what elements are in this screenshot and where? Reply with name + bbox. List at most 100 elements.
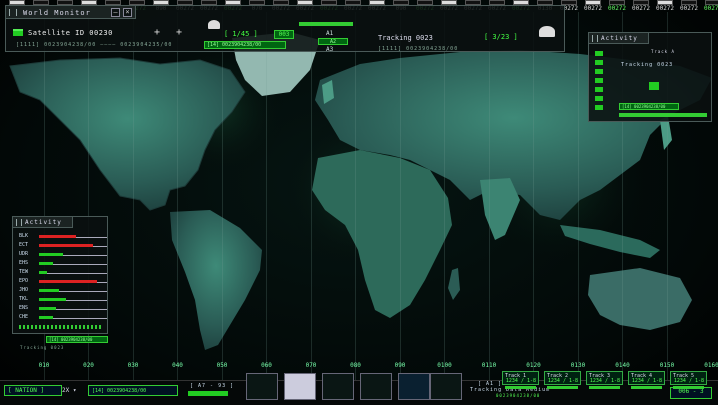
bottom-code: [14] 0023904238/00 <box>88 385 178 396</box>
window-title: World Monitor <box>23 9 91 17</box>
track-panel[interactable]: Track 3 1234 / 1-8 <box>586 371 623 389</box>
madagascar <box>448 268 460 300</box>
top-tick-label: 00272 <box>655 5 675 12</box>
track-panel-bar <box>589 386 620 389</box>
satellite-id: Satellite ID 00230 <box>13 29 113 37</box>
activity-row-key: TKL <box>19 296 29 302</box>
activity-row-key: UDR <box>19 251 29 257</box>
track-panel-value: 1234 / 1-8 <box>631 378 662 384</box>
track-panel[interactable]: Track 4 1234 / 1-8 <box>628 371 665 389</box>
world-monitor-panel[interactable]: World Monitor – × Satellite ID 00230 [11… <box>5 5 565 53</box>
counter-a-box: 003 <box>274 30 294 39</box>
bottom-ruler-label: 0120 <box>526 362 541 369</box>
activity-row-track <box>39 273 107 274</box>
thumbnail-6[interactable] <box>430 373 462 400</box>
activity-row-key: TEW <box>19 269 29 275</box>
tracking-label: Tracking 0023 <box>378 34 433 42</box>
activity-row-key: ECT <box>19 242 29 248</box>
thumbnail-2[interactable] <box>284 373 316 400</box>
activity-row[interactable]: CHE <box>19 313 107 322</box>
activity-row-level <box>39 307 56 310</box>
track-panel[interactable]: Track 5 1234 / 1-8 <box>670 371 707 389</box>
a3-label: A3 <box>326 46 334 53</box>
folder-icon <box>13 29 23 36</box>
satellite-label: Satellite ID 00230 <box>28 29 113 37</box>
activity-title: Activity <box>25 219 62 226</box>
thumbnail-3[interactable] <box>322 373 354 400</box>
bottom-ruler-label: 050 <box>216 362 228 369</box>
activity-row-key: BLK <box>19 233 29 239</box>
activity-row-level <box>39 298 67 301</box>
thumbnail-1[interactable] <box>246 373 278 400</box>
signal-bar <box>299 22 353 26</box>
activity-row-key: CHE <box>19 314 29 320</box>
activity-checks <box>595 51 603 111</box>
activity-row[interactable]: TKL <box>19 295 107 304</box>
activity-row[interactable]: UDR <box>19 250 107 259</box>
tracking-sub: [1111] 0023904238/00 <box>378 46 459 52</box>
track-panel-value: 1234 / 1-8 <box>505 378 536 384</box>
track-panel-bar <box>631 386 662 389</box>
add-icon[interactable]: + <box>154 28 160 38</box>
track-panel-bar <box>547 386 578 389</box>
thumbnail-5[interactable] <box>398 373 430 400</box>
top-tick-label: 00272 <box>583 5 603 12</box>
top-tick: 00272 <box>654 0 676 14</box>
activity-row[interactable]: EPO <box>19 277 107 286</box>
activity-row[interactable]: BLK <box>19 232 107 241</box>
bottom-ruler-label: 070 <box>305 362 317 369</box>
activity-row-level <box>39 289 60 292</box>
activity-header[interactable]: Activity <box>589 33 649 44</box>
top-tick-label: 00272 <box>631 5 651 12</box>
track-panel[interactable]: Track 1 1234 / 1-8 <box>502 371 539 389</box>
activity-row[interactable]: JHO <box>19 286 107 295</box>
bottom-ruler-label: 020 <box>83 362 94 369</box>
bottom-ruler-label: 060 <box>261 362 272 369</box>
north-america <box>9 57 246 211</box>
track-panel[interactable]: Track 2 1234 / 1-8 <box>544 371 581 389</box>
track-panel-bar <box>673 386 704 389</box>
grip-icon[interactable] <box>9 9 17 16</box>
top-tick: 00272 <box>606 0 628 14</box>
nation-dropdown[interactable]: [ NATION ] <box>4 385 62 396</box>
activity-row-level <box>39 253 63 256</box>
satellite-dish-icon <box>208 20 220 29</box>
grip-icon[interactable] <box>16 219 22 226</box>
bottom-ruler-label: 0130 <box>570 362 586 369</box>
bottom-ruler-label: 0160 <box>704 362 718 369</box>
close-button[interactable]: × <box>123 8 132 17</box>
green-code: [14] 0023904238/00 <box>204 41 286 49</box>
bottom-ruler-label: 0110 <box>481 362 497 369</box>
activity-code: [14] 0023904238/00 <box>46 336 108 343</box>
thumbnail-4[interactable] <box>360 373 392 400</box>
nation-dropdown-selected[interactable]: 2X ▾ <box>62 387 76 394</box>
satellite-dish-icon <box>539 26 555 37</box>
activity-row[interactable]: ECT <box>19 241 107 250</box>
bottom-ruler-label: 0100 <box>437 362 452 369</box>
activity-indicator <box>649 82 659 90</box>
page-label: [ A7 - 93 ] <box>190 383 235 389</box>
a2-label: A2 <box>318 38 348 45</box>
bottom-ruler-label: 010 <box>38 362 50 369</box>
minimize-button[interactable]: – <box>111 8 120 17</box>
activity-row-key: ENS <box>19 305 29 311</box>
sat-subtext: [1111] 0023904238/00 ———— 0023904235/00 <box>16 42 173 48</box>
add-icon[interactable]: + <box>176 28 182 38</box>
page-bar <box>188 391 228 396</box>
activity-row[interactable]: EHS <box>19 259 107 268</box>
activity-panel-left[interactable]: Activity BLK ECT UDR EHS TEW EPO JHO TKL ENS CHE <box>12 216 108 334</box>
activity-header[interactable]: Activity <box>13 217 73 228</box>
top-tick-label: 00272 <box>679 5 699 12</box>
top-tick-label: 00272 <box>703 5 718 12</box>
activity-row[interactable]: TEW <box>19 268 107 277</box>
activity-row[interactable]: ENS <box>19 304 107 313</box>
window-titlebar[interactable]: World Monitor – × <box>6 6 136 19</box>
activity-panel-top[interactable]: Activity Track A Tracking 0023 [14] 0023… <box>588 32 712 122</box>
activity-row-key: JHO <box>19 287 29 293</box>
track-panel-bar <box>505 386 536 389</box>
track-panel-value: 1234 / 1-8 <box>589 378 620 384</box>
activity-bar <box>619 113 707 117</box>
grip-icon[interactable] <box>592 35 598 42</box>
australia <box>588 268 692 330</box>
activity-title: Activity <box>601 35 638 42</box>
